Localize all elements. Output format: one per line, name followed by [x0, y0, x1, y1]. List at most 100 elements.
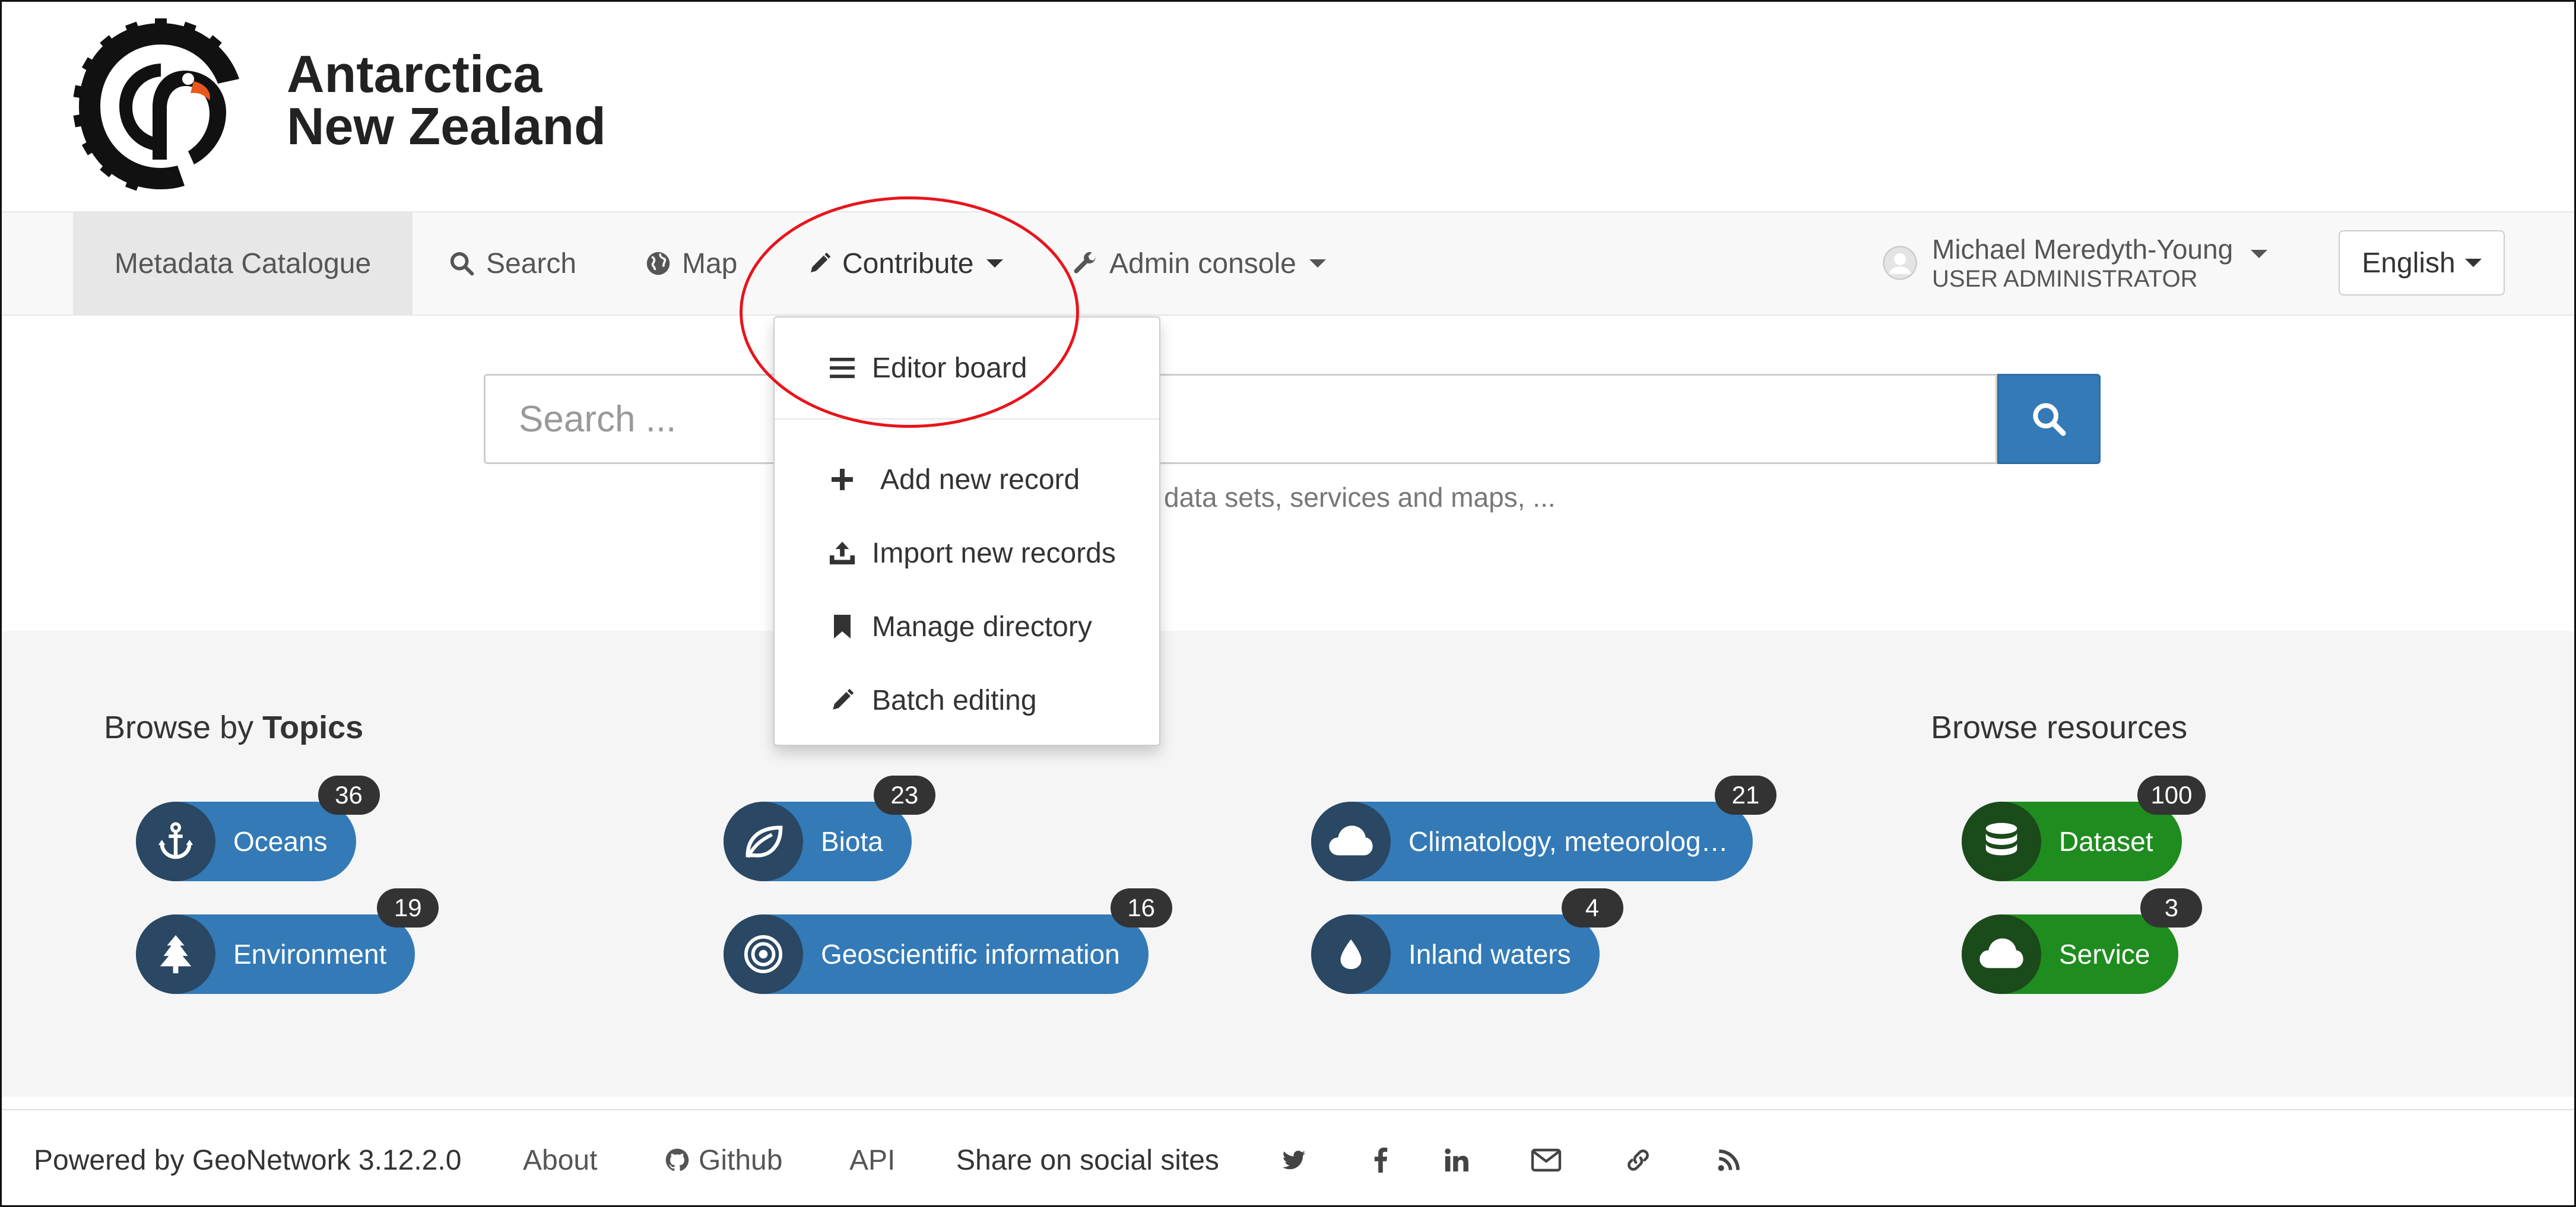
- browse-resources-title: Browse resources: [1931, 710, 2188, 745]
- brand-name[interactable]: Antarctica New Zealand: [287, 48, 606, 153]
- nav-admin-label: Admin console: [1109, 247, 1296, 279]
- topic-oceans[interactable]: Oceans 36: [136, 776, 380, 881]
- footer-api-link[interactable]: API: [849, 1110, 895, 1205]
- water-drop-icon: [1311, 914, 1391, 994]
- browse-topics-title: Browse by Topics: [104, 709, 363, 746]
- nav-contribute-label: Contribute: [842, 247, 974, 279]
- tree-icon: [136, 914, 215, 994]
- plus-icon: [828, 468, 856, 491]
- user-menu[interactable]: Michael Meredyth-Young USER ADMINISTRATO…: [1882, 230, 2268, 296]
- browse-topics-bold: Topics: [262, 710, 364, 745]
- menu-item-manage-directory[interactable]: Manage directory: [775, 594, 1159, 659]
- menu-divider: [775, 418, 1159, 420]
- footer-about-link[interactable]: About: [523, 1110, 597, 1205]
- language-selector[interactable]: English: [2339, 230, 2505, 296]
- topic-label: Inland waters: [1408, 939, 1571, 970]
- count-badge: 21: [1715, 776, 1776, 815]
- nav-search-label: Search: [486, 247, 577, 279]
- nav-contribute[interactable]: Contribute: [808, 212, 1004, 315]
- count-badge: 16: [1110, 888, 1172, 928]
- chevron-down-icon: [2251, 250, 2268, 258]
- chevron-down-icon: [1309, 259, 1326, 268]
- footer-github-label: Github: [699, 1144, 783, 1176]
- nav-map[interactable]: Map: [645, 212, 737, 315]
- page-frame: Antarctica New Zealand Metadata Catalogu…: [0, 0, 2576, 1207]
- avatar-icon: [1883, 246, 1917, 280]
- nav-catalogue-label: Metadata Catalogue: [114, 247, 372, 279]
- browse-topics-prefix: Browse by: [104, 710, 254, 745]
- rss-icon[interactable]: [1717, 1110, 1741, 1205]
- count-badge: 4: [1561, 888, 1623, 928]
- menu-item-import-new-records[interactable]: Import new records: [775, 520, 1159, 586]
- cloud-icon: [1962, 914, 2041, 994]
- topic-label: Climatology, meteorolog…: [1408, 826, 1728, 857]
- leaf-icon: [724, 802, 803, 881]
- chevron-down-icon: [2464, 259, 2482, 267]
- twitter-icon[interactable]: [1280, 1110, 1308, 1205]
- topic-inland-waters[interactable]: Inland waters 4: [1311, 888, 1623, 994]
- count-badge: 23: [873, 776, 935, 815]
- nav-metadata-catalogue[interactable]: Metadata Catalogue: [73, 212, 413, 315]
- database-icon: [1962, 802, 2041, 881]
- nav-admin-console[interactable]: Admin console: [1073, 212, 1326, 315]
- facebook-icon[interactable]: [1368, 1110, 1392, 1205]
- resource-service[interactable]: Service 3: [1962, 888, 2203, 994]
- globe-icon: [646, 252, 670, 275]
- pencil-icon: [828, 688, 856, 713]
- resource-label: Service: [2059, 939, 2150, 970]
- list-icon: [828, 357, 856, 379]
- search-input[interactable]: [484, 374, 1997, 464]
- nav-search[interactable]: Search: [448, 212, 576, 315]
- search-icon: [2033, 403, 2066, 436]
- main-navbar: Metadata Catalogue Search Map Contribute…: [2, 211, 2574, 316]
- pencil-icon: [811, 252, 831, 272]
- menu-item-label: Import new records: [872, 537, 1116, 569]
- resource-dataset[interactable]: Dataset 100: [1962, 776, 2206, 881]
- user-name: Michael Meredyth-Young: [1932, 234, 2234, 265]
- resource-label: Dataset: [2059, 826, 2153, 857]
- count-badge: 36: [318, 776, 380, 815]
- footer-github-link[interactable]: Github: [664, 1110, 783, 1205]
- menu-item-label: Manage directory: [872, 611, 1092, 643]
- topic-environment[interactable]: Environment 19: [136, 888, 439, 994]
- bookmark-icon: [828, 614, 856, 640]
- github-icon: [665, 1148, 689, 1171]
- search-icon: [450, 252, 474, 276]
- target-icon: [724, 914, 803, 994]
- chevron-down-icon: [986, 259, 1004, 268]
- wrench-icon: [1074, 252, 1097, 274]
- count-badge: 19: [377, 888, 439, 928]
- footer: Powered by GeoNetwork 3.12.2.0 About Git…: [2, 1109, 2574, 1205]
- menu-item-label: Batch editing: [872, 684, 1037, 716]
- search-button[interactable]: [1997, 374, 2101, 464]
- nav-map-label: Map: [682, 247, 738, 279]
- count-badge: 100: [2137, 776, 2206, 815]
- topic-label: Environment: [233, 939, 387, 970]
- user-role: USER ADMINISTRATOR: [1932, 266, 2198, 292]
- topic-geoscientific[interactable]: Geoscientific information 16: [724, 888, 1172, 994]
- contribute-dropdown-menu: Editor board Add new record Import new r…: [773, 316, 1160, 746]
- topic-label: Geoscientific information: [821, 939, 1120, 970]
- menu-item-add-new-record[interactable]: Add new record: [775, 447, 1159, 512]
- menu-item-label: Editor board: [872, 352, 1027, 384]
- brand-line-2: New Zealand: [287, 97, 606, 155]
- topic-climatology[interactable]: Climatology, meteorolog… 21: [1311, 776, 1776, 881]
- language-label: English: [2362, 247, 2456, 279]
- upload-icon: [828, 540, 856, 566]
- menu-item-label: Add new record: [880, 463, 1080, 495]
- menu-item-editor-board[interactable]: Editor board: [775, 335, 1159, 401]
- browse-section: Browse by Topics Browse resources Oceans…: [2, 631, 2574, 1097]
- footer-powered-by[interactable]: Powered by GeoNetwork 3.12.2.0: [34, 1110, 461, 1205]
- search-hint: data sets, services and maps, ...: [1164, 482, 1556, 513]
- link-icon[interactable]: [1625, 1110, 1652, 1205]
- linkedin-icon[interactable]: [1443, 1110, 1470, 1205]
- count-badge: 3: [2140, 888, 2203, 928]
- topic-biota[interactable]: Biota 23: [724, 776, 935, 881]
- brand-line-1: Antarctica: [287, 45, 543, 103]
- envelope-icon[interactable]: [1531, 1110, 1562, 1205]
- menu-item-batch-editing[interactable]: Batch editing: [775, 668, 1159, 733]
- cloud-icon: [1311, 802, 1391, 881]
- anchor-icon: [136, 802, 215, 881]
- topic-label: Biota: [821, 826, 883, 857]
- antarctica-nz-logo-icon[interactable]: [72, 17, 250, 195]
